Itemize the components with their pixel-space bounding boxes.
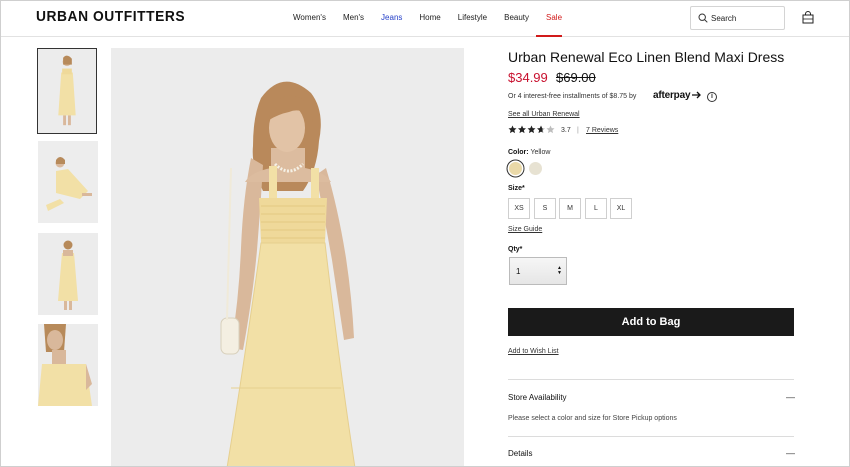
rating-separator: | <box>577 127 579 134</box>
afterpay-logo: afterpay <box>653 90 702 101</box>
size-xl-button[interactable]: XL <box>610 198 632 219</box>
nav-womens[interactable]: Women's <box>293 13 326 22</box>
nav-beauty[interactable]: Beauty <box>504 13 529 22</box>
qty-value: 1 <box>516 267 521 276</box>
divider <box>508 379 794 380</box>
site-header: URBAN OUTFITTERS Women's Men's Jeans Hom… <box>1 1 849 37</box>
color-label-title: Color: <box>508 149 529 156</box>
color-label: Color: Yellow <box>508 149 550 156</box>
model-photo <box>111 48 464 466</box>
thumbnail-image <box>38 141 98 223</box>
store-availability-text: Please select a color and size for Store… <box>508 415 677 422</box>
accordion-details[interactable]: Details <box>508 449 532 458</box>
size-l-button[interactable]: L <box>585 198 607 219</box>
collapse-icon[interactable]: — <box>786 392 795 402</box>
search-icon <box>698 13 708 23</box>
product-thumbnail-4[interactable] <box>38 324 98 406</box>
product-thumbnail-3[interactable] <box>38 233 98 315</box>
product-thumbnail-1[interactable] <box>37 48 97 134</box>
installments-text: Or 4 interest-free installments of $8.75… <box>508 93 637 100</box>
thumbnail-image <box>38 233 98 315</box>
nav-home[interactable]: Home <box>419 13 440 22</box>
size-xs-button[interactable]: XS <box>508 198 530 219</box>
product-main-image[interactable] <box>111 48 464 466</box>
star-rating-icon <box>508 125 555 134</box>
see-all-brand-link[interactable]: See all Urban Renewal <box>508 111 580 118</box>
accordion-store-availability[interactable]: Store Availability <box>508 393 567 402</box>
sale-underline <box>536 35 562 37</box>
color-swatch-yellow[interactable] <box>509 162 522 175</box>
shopping-bag-icon[interactable] <box>802 11 814 24</box>
rating-stars[interactable] <box>508 125 556 137</box>
qty-label: Qty* <box>508 246 523 253</box>
sale-price: $34.99 <box>508 70 548 85</box>
qty-select[interactable]: 1 ▲ ▼ <box>509 257 567 285</box>
qty-arrows-icon: ▲ ▼ <box>557 265 562 276</box>
size-label: Size* <box>508 185 525 192</box>
thumbnail-image <box>38 324 98 406</box>
nav-lifestyle[interactable]: Lifestyle <box>458 13 487 22</box>
nav-sale[interactable]: Sale <box>546 13 562 22</box>
size-guide-link[interactable]: Size Guide <box>508 226 542 233</box>
size-s-button[interactable]: S <box>534 198 556 219</box>
nav-mens[interactable]: Men's <box>343 13 364 22</box>
product-thumbnail-2[interactable] <box>38 141 98 223</box>
product-title: Urban Renewal Eco Linen Blend Maxi Dress <box>508 49 785 65</box>
search-box[interactable] <box>690 6 785 30</box>
add-to-wish-list-link[interactable]: Add to Wish List <box>508 348 559 355</box>
main-nav: Women's Men's Jeans Home Lifestyle Beaut… <box>293 13 579 37</box>
reviews-link[interactable]: 7 Reviews <box>586 127 618 134</box>
product-page: URBAN OUTFITTERS Women's Men's Jeans Hom… <box>0 0 850 467</box>
thumbnail-image <box>38 49 96 133</box>
color-value: Yellow <box>530 149 551 156</box>
add-to-bag-button[interactable]: Add to Bag <box>508 308 794 336</box>
afterpay-arrows-icon <box>692 91 702 99</box>
size-m-button[interactable]: M <box>559 198 581 219</box>
color-swatch-cream[interactable] <box>529 162 542 175</box>
info-icon[interactable]: i <box>707 92 717 102</box>
divider <box>508 436 794 437</box>
collapse-icon[interactable]: — <box>786 448 795 458</box>
brand-logo[interactable]: URBAN OUTFITTERS <box>36 8 185 25</box>
search-input[interactable] <box>711 12 781 25</box>
afterpay-label: afterpay <box>653 90 691 101</box>
nav-jeans[interactable]: Jeans <box>381 13 402 22</box>
rating-value: 3.7 <box>561 127 571 134</box>
original-price: $69.00 <box>556 70 596 85</box>
